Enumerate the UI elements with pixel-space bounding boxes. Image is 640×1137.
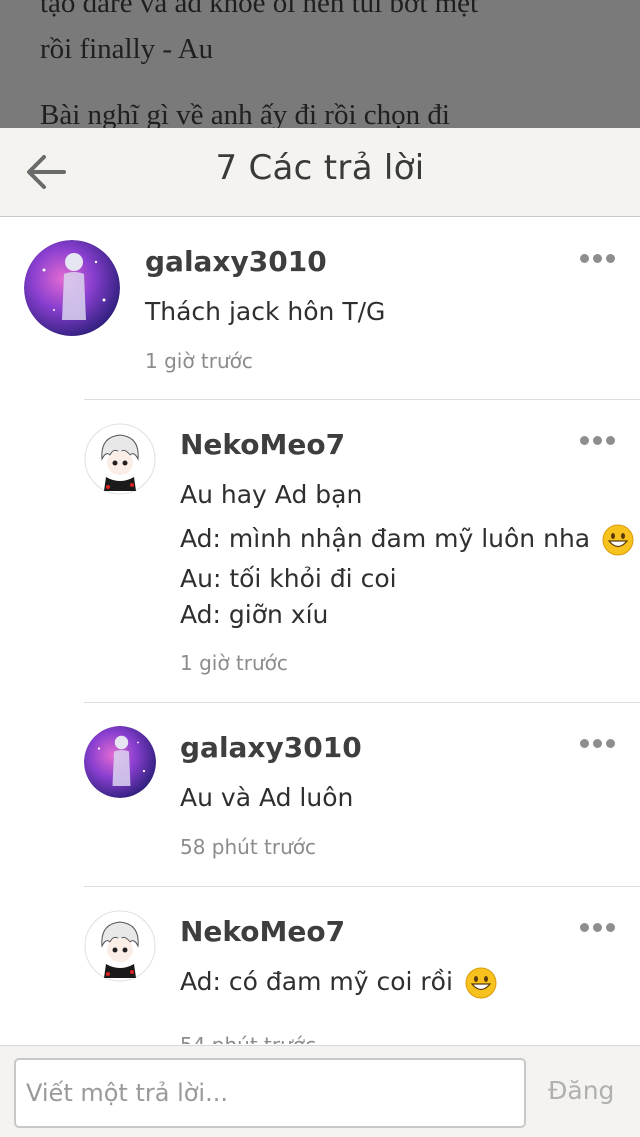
comment-username[interactable]: NekoMeo7 [180,915,345,948]
comment-time: 54 phút trước [180,1033,316,1044]
comment-text: Ad: giỡn xíu [180,600,329,629]
comment-item: galaxy3010 Thách jack hôn T/G 1 giờ trướ… [0,217,640,397]
comment-item: galaxy3010 Au và Ad luôn 58 phút trước [0,703,640,886]
more-options-icon[interactable] [580,430,620,445]
comment-text-span: Ad: có đam mỹ coi rồi [180,967,453,996]
comment-text: Ad: mình nhận đam mỹ luôn nha [180,524,634,556]
comment-time: 1 giờ trước [180,651,288,675]
more-options-icon[interactable] [580,733,620,748]
comment-text: Au và Ad luôn [180,783,354,812]
page-title: 7 Các trả lời [215,148,425,188]
story-line: tạo dare và ad khỏe ổi nên tui bớt mệt [40,0,479,19]
more-options-icon[interactable] [580,917,620,932]
post-button[interactable]: Đăng [548,1076,614,1105]
comment-username[interactable]: NekoMeo7 [180,428,345,461]
comment-text: Au: tối khỏi đi coi [180,564,397,593]
comment-time: 58 phút trước [180,835,317,859]
story-line: rồi finally - Au [40,33,214,65]
comment-item: NekoMeo7 Au hay Ad bạn Ad: mình nhận đam… [0,400,640,700]
reply-input[interactable] [14,1058,526,1128]
replies-header: 7 Các trả lời [0,128,640,217]
comment-text: Thách jack hôn T/G [145,297,386,326]
avatar[interactable] [24,240,120,336]
grinning-face-icon [602,524,634,556]
comment-username[interactable]: galaxy3010 [145,245,327,278]
comment-username[interactable]: galaxy3010 [180,731,362,764]
reply-composer: Đăng [0,1045,640,1137]
avatar[interactable] [84,910,156,982]
comment-text-span: Ad: mình nhận đam mỹ luôn nha [180,524,591,553]
comment-list[interactable]: galaxy3010 Thách jack hôn T/G 1 giờ trướ… [0,217,640,1044]
comment-item: NekoMeo7 Ad: có đam mỹ coi rồi 54 phút t… [0,887,640,1044]
replies-sheet: 7 Các trả lời galaxy3010 Thách jack hôn … [0,128,640,1137]
comment-text: Ad: có đam mỹ coi rồi [180,967,497,999]
grinning-face-icon [465,967,497,999]
comment-text: Au hay Ad bạn [180,480,363,509]
avatar[interactable] [84,726,156,798]
more-options-icon[interactable] [580,248,620,263]
comment-time: 1 giờ trước [145,349,253,373]
avatar[interactable] [84,423,156,495]
